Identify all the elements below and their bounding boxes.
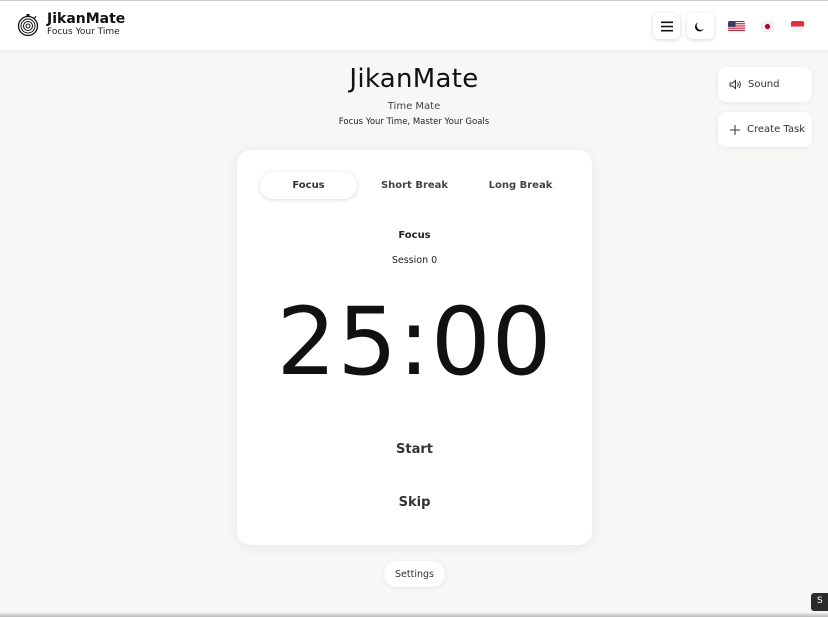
- us-flag-icon[interactable]: [728, 21, 745, 32]
- tab-focus[interactable]: Focus: [260, 172, 357, 199]
- bottom-edge: [0, 612, 828, 617]
- create-task-button[interactable]: Create Task: [718, 112, 812, 147]
- start-button[interactable]: Start: [257, 427, 572, 471]
- theme-toggle-button[interactable]: [687, 13, 714, 39]
- settings-button[interactable]: Settings: [384, 561, 445, 587]
- page-title: JikanMate: [349, 64, 479, 94]
- japan-flag-icon[interactable]: [761, 21, 774, 32]
- current-mode-label: Focus: [398, 230, 431, 241]
- tab-short-break[interactable]: Short Break: [366, 172, 463, 199]
- sound-label: Sound: [748, 79, 780, 90]
- moon-icon: [695, 22, 704, 31]
- mode-tabs: Focus Short Break Long Break: [260, 172, 570, 199]
- menu-button[interactable]: [653, 13, 680, 39]
- timer-card: Focus Short Break Long Break Focus Sessi…: [237, 150, 592, 545]
- page-subtitle: Time Mate: [387, 101, 441, 112]
- tab-long-break[interactable]: Long Break: [472, 172, 569, 199]
- skip-button[interactable]: Skip: [257, 480, 572, 524]
- corner-badge[interactable]: S: [811, 593, 828, 611]
- page-motto: Focus Your Time, Master Your Goals: [338, 117, 490, 127]
- speaker-icon: [729, 79, 741, 90]
- brand[interactable]: JikanMate Focus Your Time: [16, 12, 125, 37]
- session-counter: Session 0: [391, 255, 438, 266]
- brand-tagline: Focus Your Time: [47, 27, 120, 37]
- top-header: JikanMate Focus Your Time: [0, 0, 828, 50]
- hamburger-menu-icon: [660, 21, 673, 31]
- brand-title: JikanMate: [47, 11, 126, 27]
- create-task-label: Create Task: [747, 124, 805, 135]
- plus-icon: [730, 124, 740, 135]
- timer-display: 25:00: [276, 288, 553, 397]
- indonesia-flag-icon[interactable]: [791, 21, 804, 32]
- stopwatch-logo-icon: [17, 13, 39, 36]
- sound-button[interactable]: Sound: [718, 67, 812, 102]
